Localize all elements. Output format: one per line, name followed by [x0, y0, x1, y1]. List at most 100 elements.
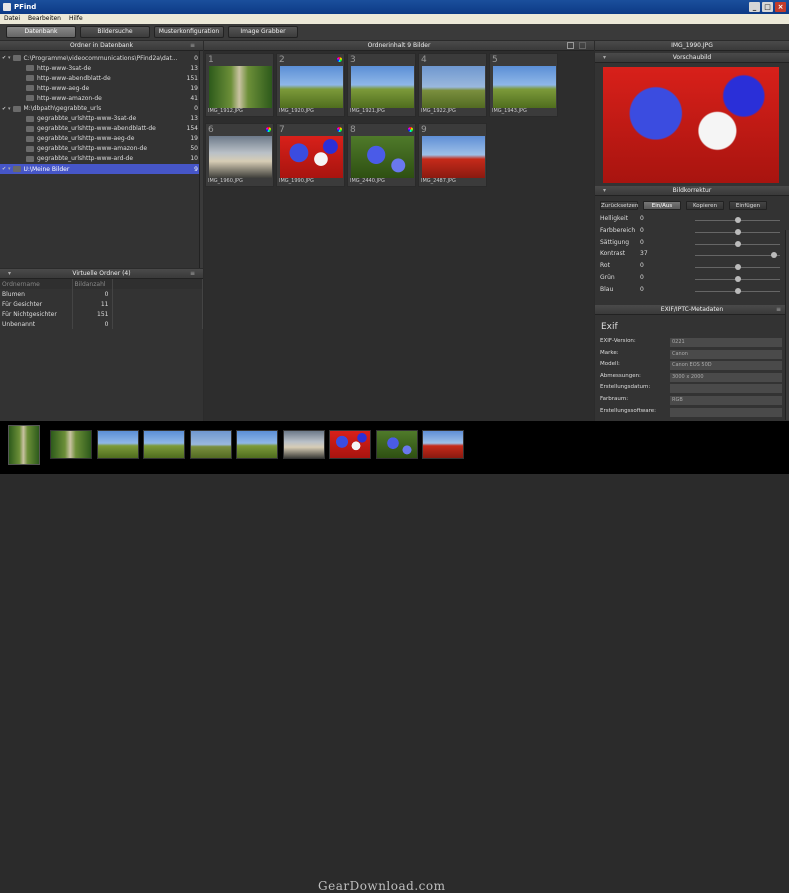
- maximize-button[interactable]: □: [762, 2, 773, 12]
- tab-musterkonfiguration[interactable]: Musterkonfiguration: [154, 26, 224, 38]
- tab-datenbank[interactable]: Datenbank: [6, 26, 76, 38]
- column-ordnername[interactable]: Ordnername: [0, 279, 73, 289]
- panel-menu-icon[interactable]: ≡: [190, 41, 195, 51]
- exif-value[interactable]: Canon: [670, 349, 782, 359]
- thumbnail-image: [280, 66, 343, 108]
- collapse-icon[interactable]: ▾: [603, 186, 606, 196]
- filmstrip: GearDownload.com: [0, 421, 789, 893]
- paste-button[interactable]: Einfügen: [729, 201, 767, 210]
- slider-handle[interactable]: [735, 217, 741, 223]
- expand-icon[interactable]: ▾: [8, 106, 11, 112]
- collapse-icon[interactable]: ▾: [603, 53, 606, 63]
- image-thumbnail[interactable]: 8 IMG_2440.JPG: [347, 123, 416, 187]
- tree-row[interactable]: gegrabbte_urlshttp-www-ard-de 10: [0, 154, 203, 164]
- folder-tree-scrollbar[interactable]: [199, 51, 203, 268]
- table-row[interactable]: Für Nichtgesichter 151: [0, 309, 203, 319]
- filmstrip-current-image[interactable]: [8, 425, 40, 465]
- virtual-folder-header: ▾ Virtuelle Ordner (4) ≡: [0, 269, 203, 279]
- slider-handle[interactable]: [735, 264, 741, 271]
- image-thumbnail[interactable]: 1 IMG_1912.JPG: [205, 53, 274, 117]
- virtual-folder-count: 11: [72, 299, 113, 309]
- image-thumbnail[interactable]: 7 IMG_1990.JPG: [276, 123, 345, 187]
- grid-view-icon[interactable]: [567, 42, 574, 49]
- image-thumbnail[interactable]: 5 IMG_1943.JPG: [489, 53, 558, 117]
- tree-row[interactable]: http-www-3sat-de 13: [0, 63, 203, 73]
- metadata-header: EXIF/IPTC-Metadaten ≡: [595, 305, 789, 315]
- filmstrip-thumbnail[interactable]: [96, 430, 139, 459]
- filmstrip-thumbnail[interactable]: [143, 430, 185, 459]
- folder-tree: ✔ ▾ C:\Programme\videocommunications\PFind…: [0, 51, 203, 175]
- tab-image-grabber[interactable]: Image Grabber: [228, 26, 298, 38]
- exif-row: Abmessungen: 3000 x 2000: [600, 372, 782, 383]
- thumbnail-image: [422, 136, 485, 178]
- slider-value: 0: [640, 215, 644, 222]
- collapse-icon[interactable]: ▾: [8, 269, 11, 279]
- tree-row[interactable]: http-www-abendblatt-de 151: [0, 73, 203, 83]
- slider-handle[interactable]: [735, 228, 741, 235]
- slider-handle[interactable]: [735, 276, 741, 282]
- info-panel-scrollbar[interactable]: [785, 230, 789, 420]
- menu-bearbeiten[interactable]: Bearbeiten: [28, 14, 61, 24]
- slider-handle[interactable]: [735, 287, 741, 294]
- table-row[interactable]: Blumen 0: [0, 289, 203, 299]
- menu-hilfe[interactable]: Hilfe: [69, 14, 83, 24]
- reset-button[interactable]: Zurücksetzen: [600, 201, 638, 210]
- panel-menu-icon[interactable]: ≡: [776, 305, 781, 315]
- filmstrip-thumbnail[interactable]: [422, 430, 464, 459]
- tree-row[interactable]: ✔ ▾ U:\Meine Bilder 9: [0, 164, 203, 175]
- close-button[interactable]: ×: [775, 2, 786, 12]
- table-row[interactable]: Für Gesichter 11: [0, 299, 203, 309]
- toggle-button[interactable]: Ein/Aus: [643, 201, 681, 210]
- filmstrip-thumbnail[interactable]: [50, 430, 92, 459]
- image-count: 0: [194, 105, 198, 113]
- exif-row: Erstellungsdatum:: [600, 384, 782, 394]
- slider-row: Rot 0: [600, 262, 780, 272]
- column-bildanzahl[interactable]: Bildanzahl: [72, 279, 113, 289]
- expand-icon[interactable]: ▾: [8, 166, 11, 172]
- tree-row[interactable]: gegrabbte_urlshttp-www-abendblatt-de 154: [0, 124, 203, 134]
- tree-row[interactable]: gegrabbte_urlshttp-www-3sat-de 13: [0, 114, 203, 124]
- panel-menu-icon[interactable]: ≡: [190, 269, 195, 279]
- image-thumbnail[interactable]: 4 IMG_1922.JPG: [418, 53, 487, 117]
- copy-button[interactable]: Kopieren: [686, 201, 724, 210]
- image-thumbnail[interactable]: 6 IMG_1960.JPG: [205, 123, 274, 187]
- slider-track[interactable]: [695, 255, 780, 257]
- menu-datei[interactable]: Datei: [4, 14, 20, 24]
- exif-value[interactable]: 0221: [670, 338, 782, 347]
- slider-handle[interactable]: [771, 252, 777, 259]
- exif-value[interactable]: RGB: [670, 396, 782, 405]
- exif-label: Abmessungen:: [600, 372, 641, 379]
- thumbnail-image: [209, 66, 272, 108]
- exif-value[interactable]: [670, 384, 782, 394]
- folder-label: http-www-abendblatt-de: [37, 74, 111, 82]
- list-view-icon[interactable]: [579, 42, 586, 49]
- table-row[interactable]: Unbenannt 0: [0, 319, 203, 329]
- image-thumbnail[interactable]: 2 IMG_1920.JPG: [276, 53, 345, 117]
- filmstrip-thumbnail[interactable]: [282, 430, 325, 459]
- exif-row: Farbraum: RGB: [600, 396, 782, 406]
- image-thumbnail[interactable]: 3 IMG_1921.JPG: [347, 53, 416, 117]
- tree-row[interactable]: ✔ ▾ M:\dbpath\gegrabbte_urls 0: [0, 103, 203, 113]
- exif-row: EXIF-Version: 0221: [600, 338, 782, 348]
- exif-value[interactable]: Canon EOS 50D: [670, 361, 782, 371]
- filmstrip-thumbnail[interactable]: [236, 430, 278, 459]
- folder-icon: [26, 65, 34, 72]
- tree-row[interactable]: gegrabbte_urlshttp-www-aeg-de 19: [0, 134, 203, 144]
- tree-row[interactable]: http-www-amazon-de 41: [0, 93, 203, 103]
- exif-value[interactable]: [670, 407, 782, 417]
- filmstrip-thumbnail[interactable]: [189, 430, 232, 459]
- image-thumbnail[interactable]: 9 IMG_2487.JPG: [418, 123, 487, 187]
- thumbnail-index: 1: [208, 55, 214, 65]
- slider-row: Grün 0: [600, 274, 780, 284]
- filmstrip-thumbnail[interactable]: [375, 430, 418, 459]
- tree-row[interactable]: gegrabbte_urlshttp-www-amazon-de 50: [0, 144, 203, 154]
- tab-bildersuche[interactable]: Bildersuche: [80, 26, 150, 38]
- minimize-button[interactable]: _: [749, 2, 760, 12]
- filmstrip-thumbnail[interactable]: [329, 430, 371, 459]
- exif-value[interactable]: 3000 x 2000: [670, 372, 782, 382]
- tree-row[interactable]: http-www-aeg-de 19: [0, 83, 203, 93]
- slider-handle[interactable]: [735, 240, 741, 247]
- expand-icon[interactable]: ▾: [8, 55, 11, 61]
- tree-row[interactable]: ✔ ▾ C:\Programme\videocommunications\PFind…: [0, 53, 203, 63]
- virtual-folder-title: Virtuelle Ordner (4): [72, 270, 131, 277]
